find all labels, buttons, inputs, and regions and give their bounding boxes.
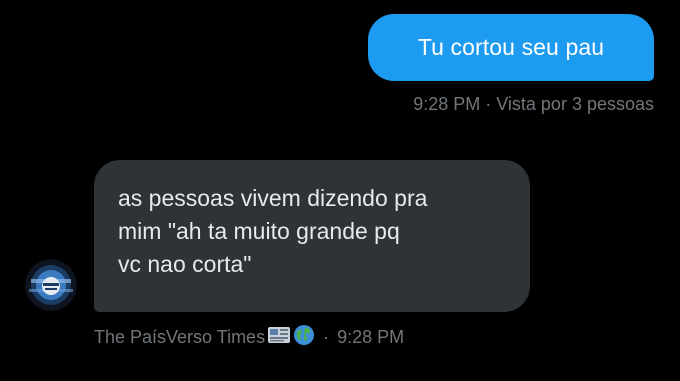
- incoming-message-meta: The PaísVerso Times · 9:28 PM: [94, 324, 404, 351]
- outgoing-message-text: Tu cortou seu pau: [417, 34, 605, 60]
- sender-logo-icon: [26, 260, 76, 310]
- incoming-message-line: vc nao corta": [118, 251, 252, 277]
- incoming-message-line: mim "ah ta muito grande pq: [118, 218, 400, 244]
- outgoing-message-meta: 9:28 PM · Vista por 3 pessoas: [413, 94, 654, 114]
- incoming-message-time: 9:28 PM: [337, 327, 405, 347]
- outgoing-message-bubble[interactable]: Tu cortou seu pau: [368, 14, 654, 81]
- incoming-message-line: as pessoas vivem dizendo pra: [118, 185, 428, 211]
- newspaper-icon: [267, 325, 291, 350]
- sender-name[interactable]: The PaísVerso Times: [94, 327, 265, 348]
- incoming-message-bubble[interactable]: as pessoas vivem dizendo pra mim "ah ta …: [94, 160, 530, 312]
- globe-icon: [293, 324, 315, 351]
- sender-avatar[interactable]: [25, 259, 77, 311]
- meta-separator: ·: [323, 327, 330, 347]
- dm-conversation: Tu cortou seu pau 9:28 PM · Vista por 3 …: [0, 0, 680, 381]
- incoming-message-text: as pessoas vivem dizendo pra mim "ah ta …: [118, 182, 518, 281]
